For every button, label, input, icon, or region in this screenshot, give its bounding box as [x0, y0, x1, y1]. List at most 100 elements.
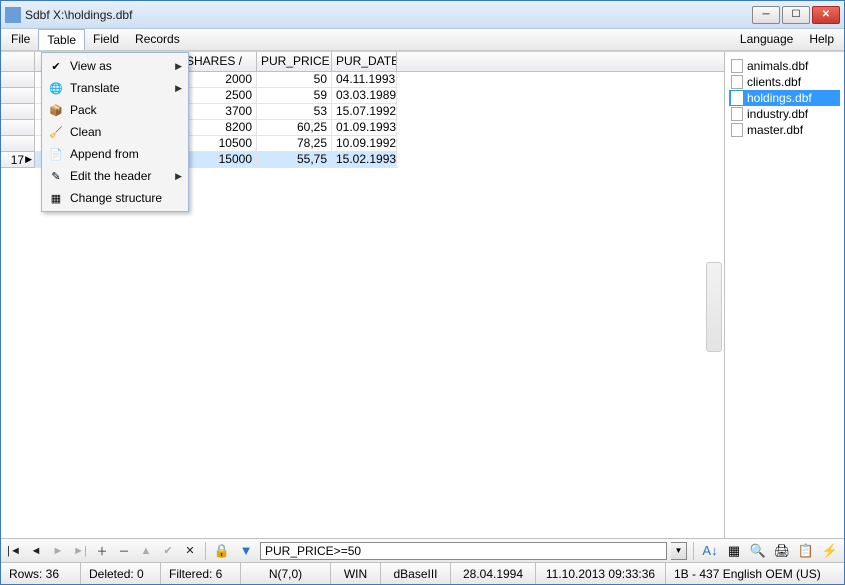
- col-shares[interactable]: SHARES /: [182, 52, 257, 71]
- menu-edit-header[interactable]: ✎ Edit the header ▶: [44, 165, 186, 187]
- find-button[interactable]: 🔍: [748, 541, 768, 561]
- file-list-item[interactable]: clients.dbf: [729, 74, 840, 90]
- file-list-item[interactable]: animals.dbf: [729, 58, 840, 74]
- file-list-item[interactable]: holdings.dbf: [729, 90, 840, 106]
- menu-pack-label: Pack: [70, 103, 182, 117]
- menu-view-as[interactable]: ✔ View as ▶: [44, 55, 186, 77]
- cell-pur-price[interactable]: 60,25: [257, 120, 332, 136]
- status-codepage: 1B - 437 English OEM (US): [666, 563, 844, 584]
- menu-translate-label: Translate: [70, 81, 168, 95]
- row-indicator: [1, 120, 35, 136]
- cell-pur-price[interactable]: 59: [257, 88, 332, 104]
- row-indicator: [1, 72, 35, 88]
- cell-pur-date[interactable]: 15.02.1993: [332, 152, 397, 168]
- menu-help[interactable]: Help: [801, 29, 842, 50]
- menu-edit-header-label: Edit the header: [70, 169, 168, 183]
- menu-change-structure-label: Change structure: [70, 191, 182, 205]
- status-dbtype: dBaseIII: [381, 563, 451, 584]
- sort-button[interactable]: A↓: [700, 541, 720, 561]
- file-list-item[interactable]: master.dbf: [729, 122, 840, 138]
- menu-append-from[interactable]: 📄 Append from: [44, 143, 186, 165]
- search-button[interactable]: 🔒: [212, 541, 232, 561]
- view-as-icon: ✔: [48, 58, 64, 74]
- cell-shares[interactable]: 10500: [182, 136, 257, 152]
- export-button[interactable]: 📋: [796, 541, 816, 561]
- menu-translate[interactable]: 🌐 Translate ▶: [44, 77, 186, 99]
- file-name-label: industry.dbf: [747, 107, 808, 121]
- maximize-button[interactable]: ☐: [782, 6, 810, 24]
- nav-cancel-button[interactable]: ✕: [181, 542, 199, 560]
- menu-file[interactable]: File: [3, 29, 38, 50]
- filter-button[interactable]: ▼: [236, 541, 256, 561]
- status-rows: Rows: 36: [1, 563, 81, 584]
- file-name-label: clients.dbf: [747, 75, 801, 89]
- menu-pack[interactable]: 📦 Pack: [44, 99, 186, 121]
- cell-pur-date[interactable]: 04.11.1993: [332, 72, 397, 88]
- menu-records[interactable]: Records: [127, 29, 188, 50]
- cell-pur-price[interactable]: 50: [257, 72, 332, 88]
- nav-post-button[interactable]: ✔: [159, 542, 177, 560]
- print-button[interactable]: 🖨: [772, 541, 792, 561]
- vertical-scrollbar[interactable]: [706, 262, 722, 352]
- row-indicator: [1, 88, 35, 104]
- cell-pur-date[interactable]: 15.07.1992: [332, 104, 397, 120]
- menu-field[interactable]: Field: [85, 29, 127, 50]
- cell-pur-price[interactable]: 53: [257, 104, 332, 120]
- close-button[interactable]: ✕: [812, 6, 840, 24]
- filter-input[interactable]: [260, 542, 667, 560]
- menu-change-structure[interactable]: ▦ Change structure: [44, 187, 186, 209]
- data-grid[interactable]: SHARES / PUR_PRICE PUR_DATE 20005004.11.…: [1, 52, 724, 538]
- nav-prev-button[interactable]: ◄: [27, 542, 45, 560]
- menu-language[interactable]: Language: [732, 29, 801, 50]
- col-pur-price[interactable]: PUR_PRICE: [257, 52, 332, 71]
- nav-next-button[interactable]: ►: [49, 542, 67, 560]
- app-icon: [5, 7, 21, 23]
- navigation-toolbar: |◄ ◄ ► ►| ＋ － ▲ ✔ ✕ 🔒 ▼ ▼ A↓ ▦ 🔍 🖨 📋 ⚡: [1, 538, 844, 562]
- file-name-label: holdings.dbf: [747, 91, 812, 105]
- cell-shares[interactable]: 2000: [182, 72, 257, 88]
- cell-pur-date[interactable]: 03.03.1989: [332, 88, 397, 104]
- file-icon: [731, 123, 743, 137]
- cell-shares[interactable]: 3700: [182, 104, 257, 120]
- file-name-label: master.dbf: [747, 123, 803, 137]
- file-name-label: animals.dbf: [747, 59, 808, 73]
- row-indicator: 17▶: [1, 152, 35, 168]
- window-title: Sdbf X:\holdings.dbf: [25, 8, 752, 22]
- cell-shares[interactable]: 15000: [182, 152, 257, 168]
- nav-last-button[interactable]: ►|: [71, 542, 89, 560]
- columns-button[interactable]: ▦: [724, 541, 744, 561]
- menu-bar: File Table Field Records Language Help: [1, 29, 844, 51]
- status-os: WIN: [331, 563, 381, 584]
- cell-shares[interactable]: 8200: [182, 120, 257, 136]
- status-deleted: Deleted: 0: [81, 563, 161, 584]
- nav-add-button[interactable]: ＋: [93, 542, 111, 560]
- cell-shares[interactable]: 2500: [182, 88, 257, 104]
- cell-pur-date[interactable]: 01.09.1993: [332, 120, 397, 136]
- filter-dropdown-button[interactable]: ▼: [671, 542, 687, 560]
- file-list-panel: animals.dbf clients.dbf holdings.dbf indust…: [724, 52, 844, 538]
- cell-pur-date[interactable]: 10.09.1992: [332, 136, 397, 152]
- nav-first-button[interactable]: |◄: [5, 542, 23, 560]
- menu-clean-label: Clean: [70, 125, 182, 139]
- row-indicator: [1, 136, 35, 152]
- cell-pur-price[interactable]: 55,75: [257, 152, 332, 168]
- row-indicator: [1, 104, 35, 120]
- submenu-arrow-icon: ▶: [174, 61, 182, 72]
- rownum-header[interactable]: [1, 52, 35, 71]
- submenu-arrow-icon: ▶: [174, 171, 182, 182]
- minimize-button[interactable]: ─: [752, 6, 780, 24]
- status-date: 28.04.1994: [451, 563, 536, 584]
- file-list-item[interactable]: industry.dbf: [729, 106, 840, 122]
- file-icon: [731, 59, 743, 73]
- menu-table[interactable]: Table: [38, 29, 85, 50]
- status-filtered: Filtered: 6: [161, 563, 241, 584]
- nav-edit-button[interactable]: ▲: [137, 542, 155, 560]
- col-pur-date[interactable]: PUR_DATE: [332, 52, 397, 71]
- execute-button[interactable]: ⚡: [820, 541, 840, 561]
- menu-clean[interactable]: 🧹 Clean: [44, 121, 186, 143]
- nav-delete-button[interactable]: －: [115, 542, 133, 560]
- cell-pur-price[interactable]: 78,25: [257, 136, 332, 152]
- append-icon: 📄: [48, 146, 64, 162]
- content-area: SHARES / PUR_PRICE PUR_DATE 20005004.11.…: [1, 51, 844, 538]
- structure-icon: ▦: [48, 190, 64, 206]
